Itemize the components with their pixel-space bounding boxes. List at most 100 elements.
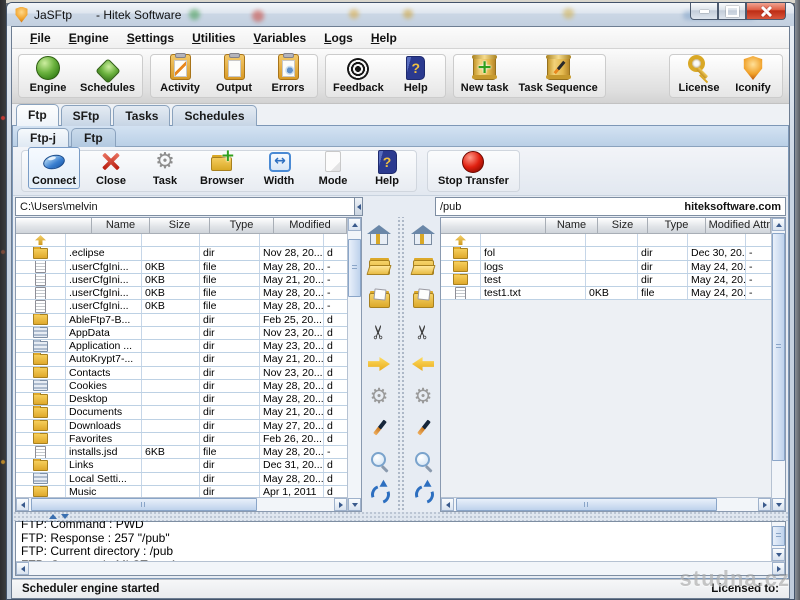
table-row[interactable]: .eclipse dir Nov 28, 20... d <box>16 247 347 260</box>
engine-button[interactable]: Engine <box>26 54 70 94</box>
minimize-button[interactable] <box>690 3 718 20</box>
panel-collapse-handle[interactable] <box>355 197 363 216</box>
scroll-up-icon[interactable] <box>772 218 785 231</box>
panel-splitter[interactable] <box>396 217 406 512</box>
scroll-right-icon[interactable] <box>334 498 347 511</box>
table-row[interactable]: AutoKrypt7-... dir May 21, 20... d <box>16 353 347 366</box>
arrowleft-button[interactable] <box>410 351 436 377</box>
close-button[interactable] <box>746 3 786 20</box>
connection-tab[interactable]: Ftp <box>71 128 116 147</box>
help-button[interactable]: Help <box>394 54 438 94</box>
pen-button[interactable] <box>366 416 392 442</box>
column-header[interactable] <box>16 218 92 234</box>
remote-path-field[interactable]: /pub hiteksoftware.com <box>435 197 786 216</box>
refresh-button[interactable] <box>410 480 436 506</box>
license-button[interactable]: License <box>677 54 721 94</box>
mode-button[interactable]: Mode <box>310 147 356 189</box>
local-path-field[interactable]: C:\Users\melvin <box>15 197 355 216</box>
tab[interactable]: Tasks <box>113 105 170 126</box>
table-row[interactable]: test1.txt 0KB file May 24, 20... - <box>441 287 771 300</box>
menu-item[interactable]: Logs <box>316 29 361 47</box>
scroll-right-icon[interactable] <box>772 562 785 575</box>
menu-item[interactable]: Help <box>363 29 405 47</box>
divider-collapse-up-icon[interactable] <box>49 514 57 519</box>
maximize-button[interactable] <box>718 3 746 20</box>
new-task-button[interactable]: New task <box>461 54 509 94</box>
scroll-left-icon[interactable] <box>16 498 29 511</box>
divider-collapse-down-icon[interactable] <box>61 514 69 519</box>
menu-item[interactable]: Utilities <box>184 29 243 47</box>
gearm-button[interactable] <box>410 383 436 409</box>
column-header[interactable]: Type <box>210 218 274 234</box>
table-row[interactable]: Links dir Dec 31, 20... d <box>16 459 347 472</box>
tab[interactable]: SFtp <box>61 105 112 126</box>
column-header[interactable]: Attr <box>753 218 771 234</box>
output-button[interactable]: Output <box>212 54 256 94</box>
folderdoc-button[interactable] <box>410 287 436 313</box>
table-row[interactable]: Local Setti... dir May 28, 20... d <box>16 473 347 486</box>
table-row[interactable]: logs dir May 24, 20... - <box>441 261 771 274</box>
remote-file-list[interactable]: fol dir Dec 30, 20... - logs dir <box>441 234 771 497</box>
table-row[interactable]: Downloads dir May 27, 20... d <box>16 420 347 433</box>
scissors-button[interactable] <box>366 319 392 345</box>
table-row[interactable]: Cookies dir May 28, 20... d <box>16 380 347 393</box>
ftp-log-text[interactable]: FTP: Command : PWDFTP: Response : 257 "/… <box>16 518 771 561</box>
feedback-button[interactable]: Feedback <box>333 56 384 94</box>
scissors-button[interactable] <box>410 319 436 345</box>
folderdoc-button[interactable] <box>366 287 392 313</box>
local-file-list[interactable]: .eclipse dir Nov 28, 20... d .userCfgIni… <box>16 234 347 497</box>
table-row[interactable]: .userCfgIni... 0KB file May 28, 20... - <box>16 300 347 313</box>
tab[interactable]: Ftp <box>16 104 59 126</box>
menu-item[interactable]: Variables <box>245 29 314 47</box>
menu-item[interactable]: Settings <box>119 29 182 47</box>
width-button[interactable]: Width <box>256 147 302 189</box>
connection-tab[interactable]: Ftp-j <box>17 128 69 147</box>
arrowright-button[interactable] <box>366 351 392 377</box>
help-button[interactable]: Help <box>364 146 410 189</box>
tab[interactable]: Schedules <box>172 105 256 126</box>
table-row[interactable]: .userCfgIni... 0KB file May 28, 20... - <box>16 261 347 274</box>
scroll-left-icon[interactable] <box>441 498 454 511</box>
table-row[interactable]: Documents dir May 21, 20... d <box>16 406 347 419</box>
column-header[interactable] <box>441 218 546 234</box>
table-row[interactable] <box>16 234 347 247</box>
task-button[interactable]: Task <box>142 147 188 189</box>
local-vertical-scrollbar[interactable] <box>347 218 361 511</box>
iconify-button[interactable]: Iconify <box>731 55 775 94</box>
schedules-button[interactable]: Schedules <box>80 58 135 94</box>
column-header[interactable]: Name <box>92 218 150 234</box>
table-row[interactable]: Music dir Apr 1, 2011 d <box>16 486 347 497</box>
title-bar[interactable]: JaSFtp - Hitek Software <box>7 3 794 26</box>
home-button[interactable] <box>410 222 436 248</box>
scroll-right-icon[interactable] <box>758 498 771 511</box>
magnifier-button[interactable] <box>366 448 392 474</box>
scroll-down-icon[interactable] <box>348 498 361 511</box>
column-header[interactable]: Size <box>150 218 210 234</box>
table-row[interactable]: AbleFtp7-B... dir Feb 25, 20... d <box>16 314 347 327</box>
refresh-button[interactable] <box>366 480 392 506</box>
log-horizontal-scrollbar[interactable] <box>16 561 785 575</box>
scroll-down-icon[interactable] <box>772 498 785 511</box>
table-row[interactable]: .userCfgIni... 0KB file May 21, 20... - <box>16 274 347 287</box>
table-row[interactable]: Contacts dir Nov 23, 20... d <box>16 367 347 380</box>
errors-button[interactable]: Errors <box>266 54 310 94</box>
column-header[interactable]: Modified <box>274 218 346 234</box>
magnifier-button[interactable] <box>410 448 436 474</box>
browser-button[interactable]: Browser <box>196 147 248 189</box>
table-row[interactable]: Desktop dir May 28, 20... d <box>16 393 347 406</box>
pen-button[interactable] <box>410 416 436 442</box>
log-vertical-scrollbar[interactable] <box>771 522 785 561</box>
table-row[interactable] <box>441 234 771 247</box>
connect-button[interactable]: Connect <box>28 147 80 189</box>
local-horizontal-scrollbar[interactable] <box>16 497 347 511</box>
scroll-left-icon[interactable] <box>16 562 29 575</box>
gearm-button[interactable] <box>366 383 392 409</box>
column-header[interactable]: Size <box>598 218 648 234</box>
activity-button[interactable]: Activity <box>158 54 202 94</box>
folderopen-button[interactable] <box>366 254 392 280</box>
remote-vertical-scrollbar[interactable] <box>771 218 785 511</box>
table-row[interactable]: installs.jsd 6KB file May 28, 20... - <box>16 446 347 459</box>
menu-item[interactable]: File <box>22 29 59 47</box>
table-row[interactable]: .userCfgIni... 0KB file May 28, 20... - <box>16 287 347 300</box>
table-row[interactable]: Favorites dir Feb 26, 20... d <box>16 433 347 446</box>
